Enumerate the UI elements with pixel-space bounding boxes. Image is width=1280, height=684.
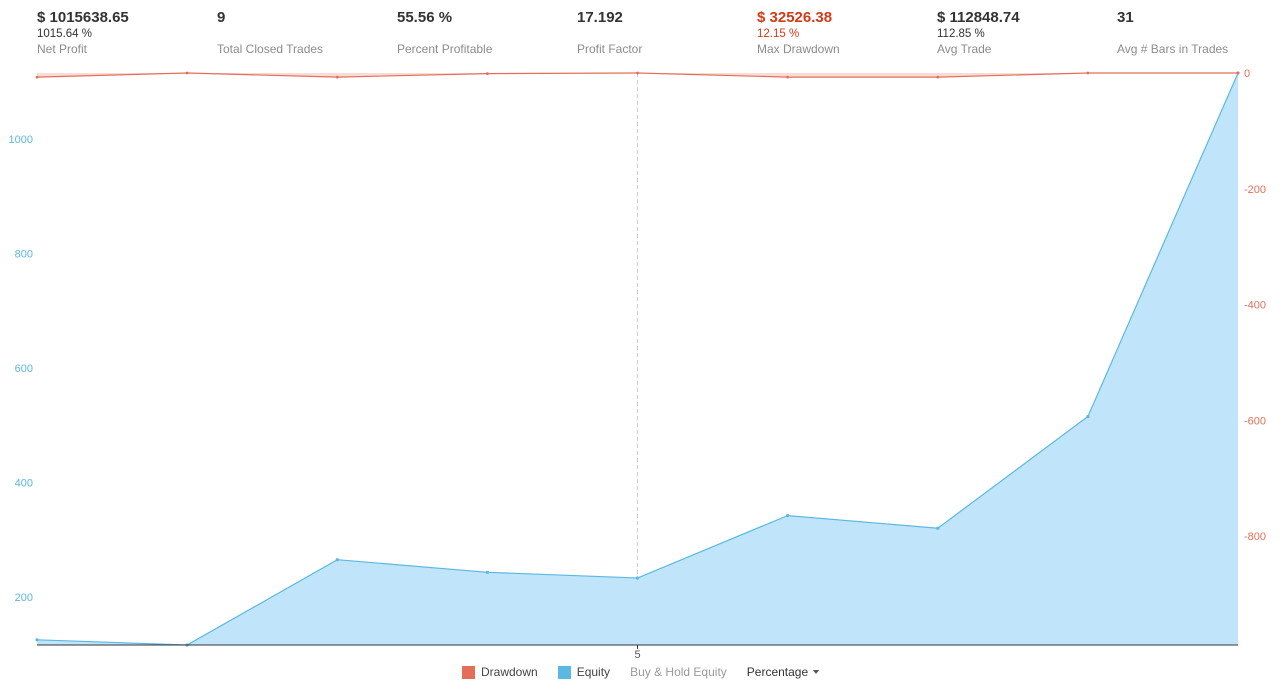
legend-label: Drawdown [481, 665, 538, 679]
equity-point [786, 514, 790, 518]
equity-point [485, 570, 489, 574]
left-axis-tick-label: 200 [15, 592, 33, 604]
equity-point [35, 638, 39, 642]
drawdown-point [486, 72, 489, 75]
equity-point [1086, 414, 1090, 419]
legend-label: Buy & Hold Equity [630, 665, 727, 679]
drawdown-point [185, 71, 189, 75]
left-axis-tick-label: 400 [15, 477, 33, 489]
drawdown-point [35, 75, 39, 79]
equity-drawdown-chart[interactable]: 200 400 600 800 1000 0 -200 -400 -600 -800 5 [0, 0, 1280, 660]
legend-item-equity[interactable]: Equity [557, 665, 611, 679]
drawdown-point [786, 75, 789, 79]
legend-item-drawdown[interactable]: Drawdown [462, 665, 538, 679]
drawdown-point [1086, 71, 1090, 75]
chevron-down-icon [813, 670, 820, 674]
drawdown-point [1236, 71, 1240, 75]
drawdown-point [636, 71, 639, 75]
equity-point [635, 576, 640, 580]
left-axis-tick-label: 800 [15, 248, 33, 260]
right-axis-tick-label: -400 [1244, 300, 1266, 312]
right-axis-tick-label: -200 [1244, 184, 1266, 196]
equity-point [936, 526, 940, 530]
equity-swatch-icon [557, 665, 571, 679]
percentage-dropdown[interactable]: Percentage [746, 665, 820, 679]
drawdown-point [936, 75, 940, 79]
equity-point [335, 558, 339, 562]
chart-legend: Drawdown Equity Buy & Hold Equity Percen… [462, 664, 820, 680]
right-axis-tick-label: 0 [1244, 68, 1250, 80]
left-axis-tick-label: 1000 [9, 134, 33, 146]
x-axis-tick-label: 5 [634, 649, 640, 660]
legend-item-buy-hold-equity[interactable]: Buy & Hold Equity [630, 665, 727, 679]
right-axis-tick-label: -800 [1244, 531, 1266, 543]
left-axis-tick-label: 600 [15, 363, 33, 375]
drawdown-point [335, 75, 339, 79]
legend-label: Equity [576, 665, 611, 679]
drawdown-swatch-icon [462, 665, 475, 679]
dropdown-label: Percentage [746, 665, 809, 679]
right-axis-tick-label: -600 [1244, 415, 1266, 427]
